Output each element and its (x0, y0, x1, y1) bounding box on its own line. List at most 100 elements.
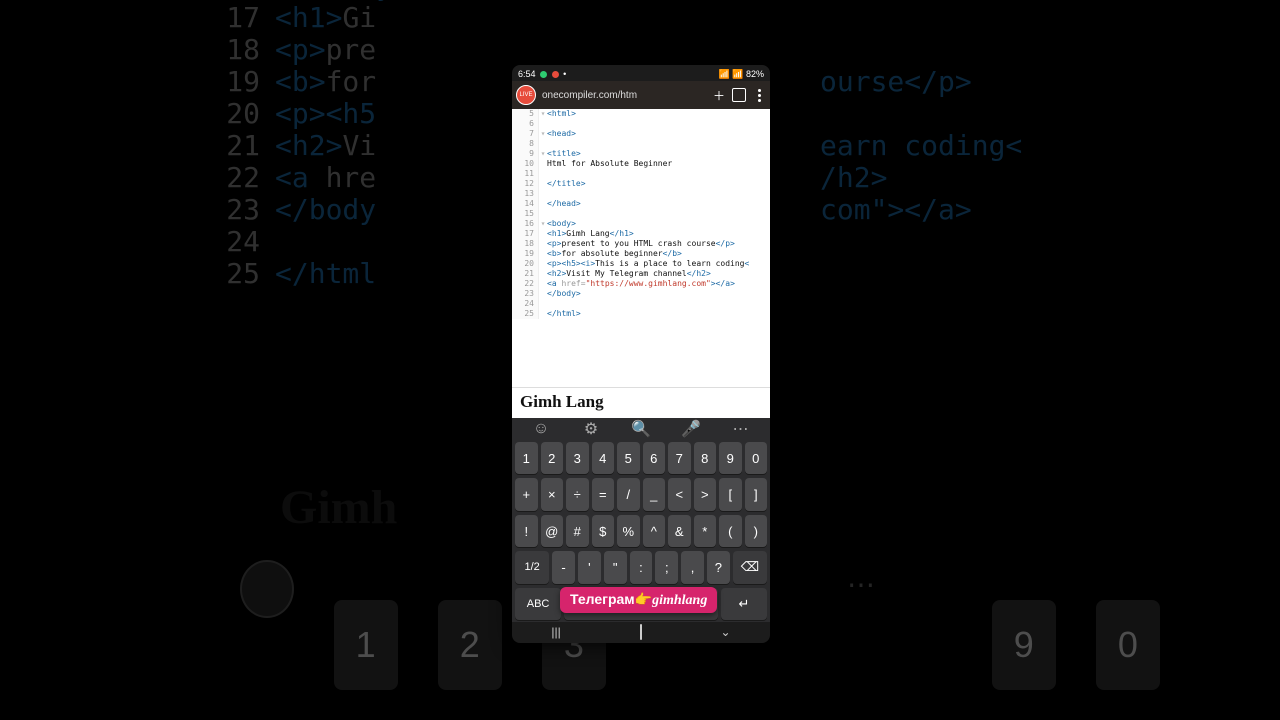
key-apos[interactable]: ' (578, 551, 601, 583)
fold-icon[interactable] (539, 309, 547, 319)
code-text[interactable]: </body> (547, 289, 770, 299)
new-tab-button[interactable]: ＋ (712, 88, 726, 102)
code-text[interactable] (547, 169, 770, 179)
code-text[interactable]: <h1>Gimh Lang</h1> (547, 229, 770, 239)
nav-home[interactable] (640, 625, 642, 639)
fold-icon[interactable] (539, 179, 547, 189)
nav-recent[interactable]: ||| (551, 625, 560, 639)
code-text[interactable]: <body> (547, 219, 770, 229)
editor-line[interactable]: 23</body> (512, 289, 770, 299)
fold-icon[interactable] (539, 269, 547, 279)
key[interactable]: 7 (668, 442, 691, 474)
fold-icon[interactable] (539, 299, 547, 309)
key[interactable]: 2 (541, 442, 564, 474)
fold-icon[interactable]: ▾ (539, 149, 547, 159)
key[interactable]: + (515, 478, 538, 510)
code-text[interactable] (547, 209, 770, 219)
key-dash[interactable]: - (552, 551, 575, 583)
editor-line[interactable]: 22<a href="https://www.gimhlang.com"></a… (512, 279, 770, 289)
editor-line[interactable]: 14</head> (512, 199, 770, 209)
code-text[interactable] (547, 119, 770, 129)
more-icon[interactable]: ⋯ (732, 420, 750, 438)
key[interactable]: 3 (566, 442, 589, 474)
editor-line[interactable]: 8 (512, 139, 770, 149)
key[interactable]: $ (592, 515, 615, 547)
key-semi[interactable]: ; (655, 551, 678, 583)
key[interactable]: 5 (617, 442, 640, 474)
editor-line[interactable]: 7▾<head> (512, 129, 770, 139)
editor-line[interactable]: 25</html> (512, 309, 770, 319)
editor-line[interactable]: 20<p><h5><i>This is a place to learn cod… (512, 259, 770, 269)
editor-line[interactable]: 16▾<body> (512, 219, 770, 229)
editor-line[interactable]: 15 (512, 209, 770, 219)
fold-icon[interactable] (539, 159, 547, 169)
fold-icon[interactable] (539, 139, 547, 149)
key-quote[interactable]: " (604, 551, 627, 583)
url-bar[interactable]: onecompiler.com/htm (542, 90, 706, 101)
code-text[interactable]: </html> (547, 309, 770, 319)
key[interactable]: ! (515, 515, 538, 547)
emoji-icon[interactable]: ☺ (532, 420, 550, 438)
avatar[interactable]: LIVE (516, 85, 536, 105)
fold-icon[interactable] (539, 279, 547, 289)
key-enter[interactable]: ↵ (721, 588, 767, 620)
editor-line[interactable]: 24 (512, 299, 770, 309)
mic-icon[interactable]: 🎤 (682, 420, 700, 438)
key-shift[interactable]: 1/2 (515, 551, 549, 583)
editor-line[interactable]: 9▾<title> (512, 149, 770, 159)
fold-icon[interactable] (539, 199, 547, 209)
key[interactable]: * (694, 515, 717, 547)
key[interactable]: 6 (643, 442, 666, 474)
code-text[interactable]: <b>for absolute beginner</b> (547, 249, 770, 259)
key[interactable]: ( (719, 515, 742, 547)
editor-line[interactable]: 19<b>for absolute beginner</b> (512, 249, 770, 259)
search-icon[interactable]: 🔍 (632, 420, 650, 438)
fold-icon[interactable]: ▾ (539, 109, 547, 119)
key[interactable]: / (617, 478, 640, 510)
settings-icon[interactable]: ⚙ (582, 420, 600, 438)
code-text[interactable]: </head> (547, 199, 770, 209)
fold-icon[interactable] (539, 289, 547, 299)
code-text[interactable]: Html for Absolute Beginner (547, 159, 770, 169)
code-text[interactable]: </title> (547, 179, 770, 189)
key-abc[interactable]: ABC (515, 588, 561, 620)
key[interactable]: × (541, 478, 564, 510)
code-text[interactable]: <html> (547, 109, 770, 119)
editor-line[interactable]: 21<h2>Visit My Telegram channel</h2> (512, 269, 770, 279)
key[interactable]: % (617, 515, 640, 547)
fold-icon[interactable]: ▾ (539, 129, 547, 139)
code-text[interactable] (547, 189, 770, 199)
key[interactable]: ] (745, 478, 768, 510)
code-text[interactable]: <p>present to you HTML crash course</p> (547, 239, 770, 249)
editor-line[interactable]: 11 (512, 169, 770, 179)
key[interactable]: 0 (745, 442, 768, 474)
key[interactable]: [ (719, 478, 742, 510)
key[interactable]: = (592, 478, 615, 510)
key[interactable]: 4 (592, 442, 615, 474)
editor-line[interactable]: 13 (512, 189, 770, 199)
fold-icon[interactable] (539, 119, 547, 129)
key[interactable]: 1 (515, 442, 538, 474)
key[interactable]: 8 (694, 442, 717, 474)
editor-line[interactable]: 6 (512, 119, 770, 129)
key[interactable]: _ (643, 478, 666, 510)
fold-icon[interactable] (539, 229, 547, 239)
key[interactable]: & (668, 515, 691, 547)
code-text[interactable]: <title> (547, 149, 770, 159)
key[interactable]: @ (541, 515, 564, 547)
code-text[interactable] (547, 139, 770, 149)
code-text[interactable]: <a href="https://www.gimhlang.com"></a> (547, 279, 770, 289)
key[interactable]: > (694, 478, 717, 510)
fold-icon[interactable] (539, 249, 547, 259)
fold-icon[interactable] (539, 169, 547, 179)
key-comma[interactable]: , (681, 551, 704, 583)
editor-line[interactable]: 10Html for Absolute Beginner (512, 159, 770, 169)
key[interactable]: ^ (643, 515, 666, 547)
fold-icon[interactable] (539, 239, 547, 249)
code-text[interactable]: <head> (547, 129, 770, 139)
key[interactable]: ) (745, 515, 768, 547)
key-qmark[interactable]: ? (707, 551, 730, 583)
nav-back[interactable]: ⌄ (721, 625, 731, 639)
code-text[interactable]: <h2>Visit My Telegram channel</h2> (547, 269, 770, 279)
fold-icon[interactable]: ▾ (539, 219, 547, 229)
